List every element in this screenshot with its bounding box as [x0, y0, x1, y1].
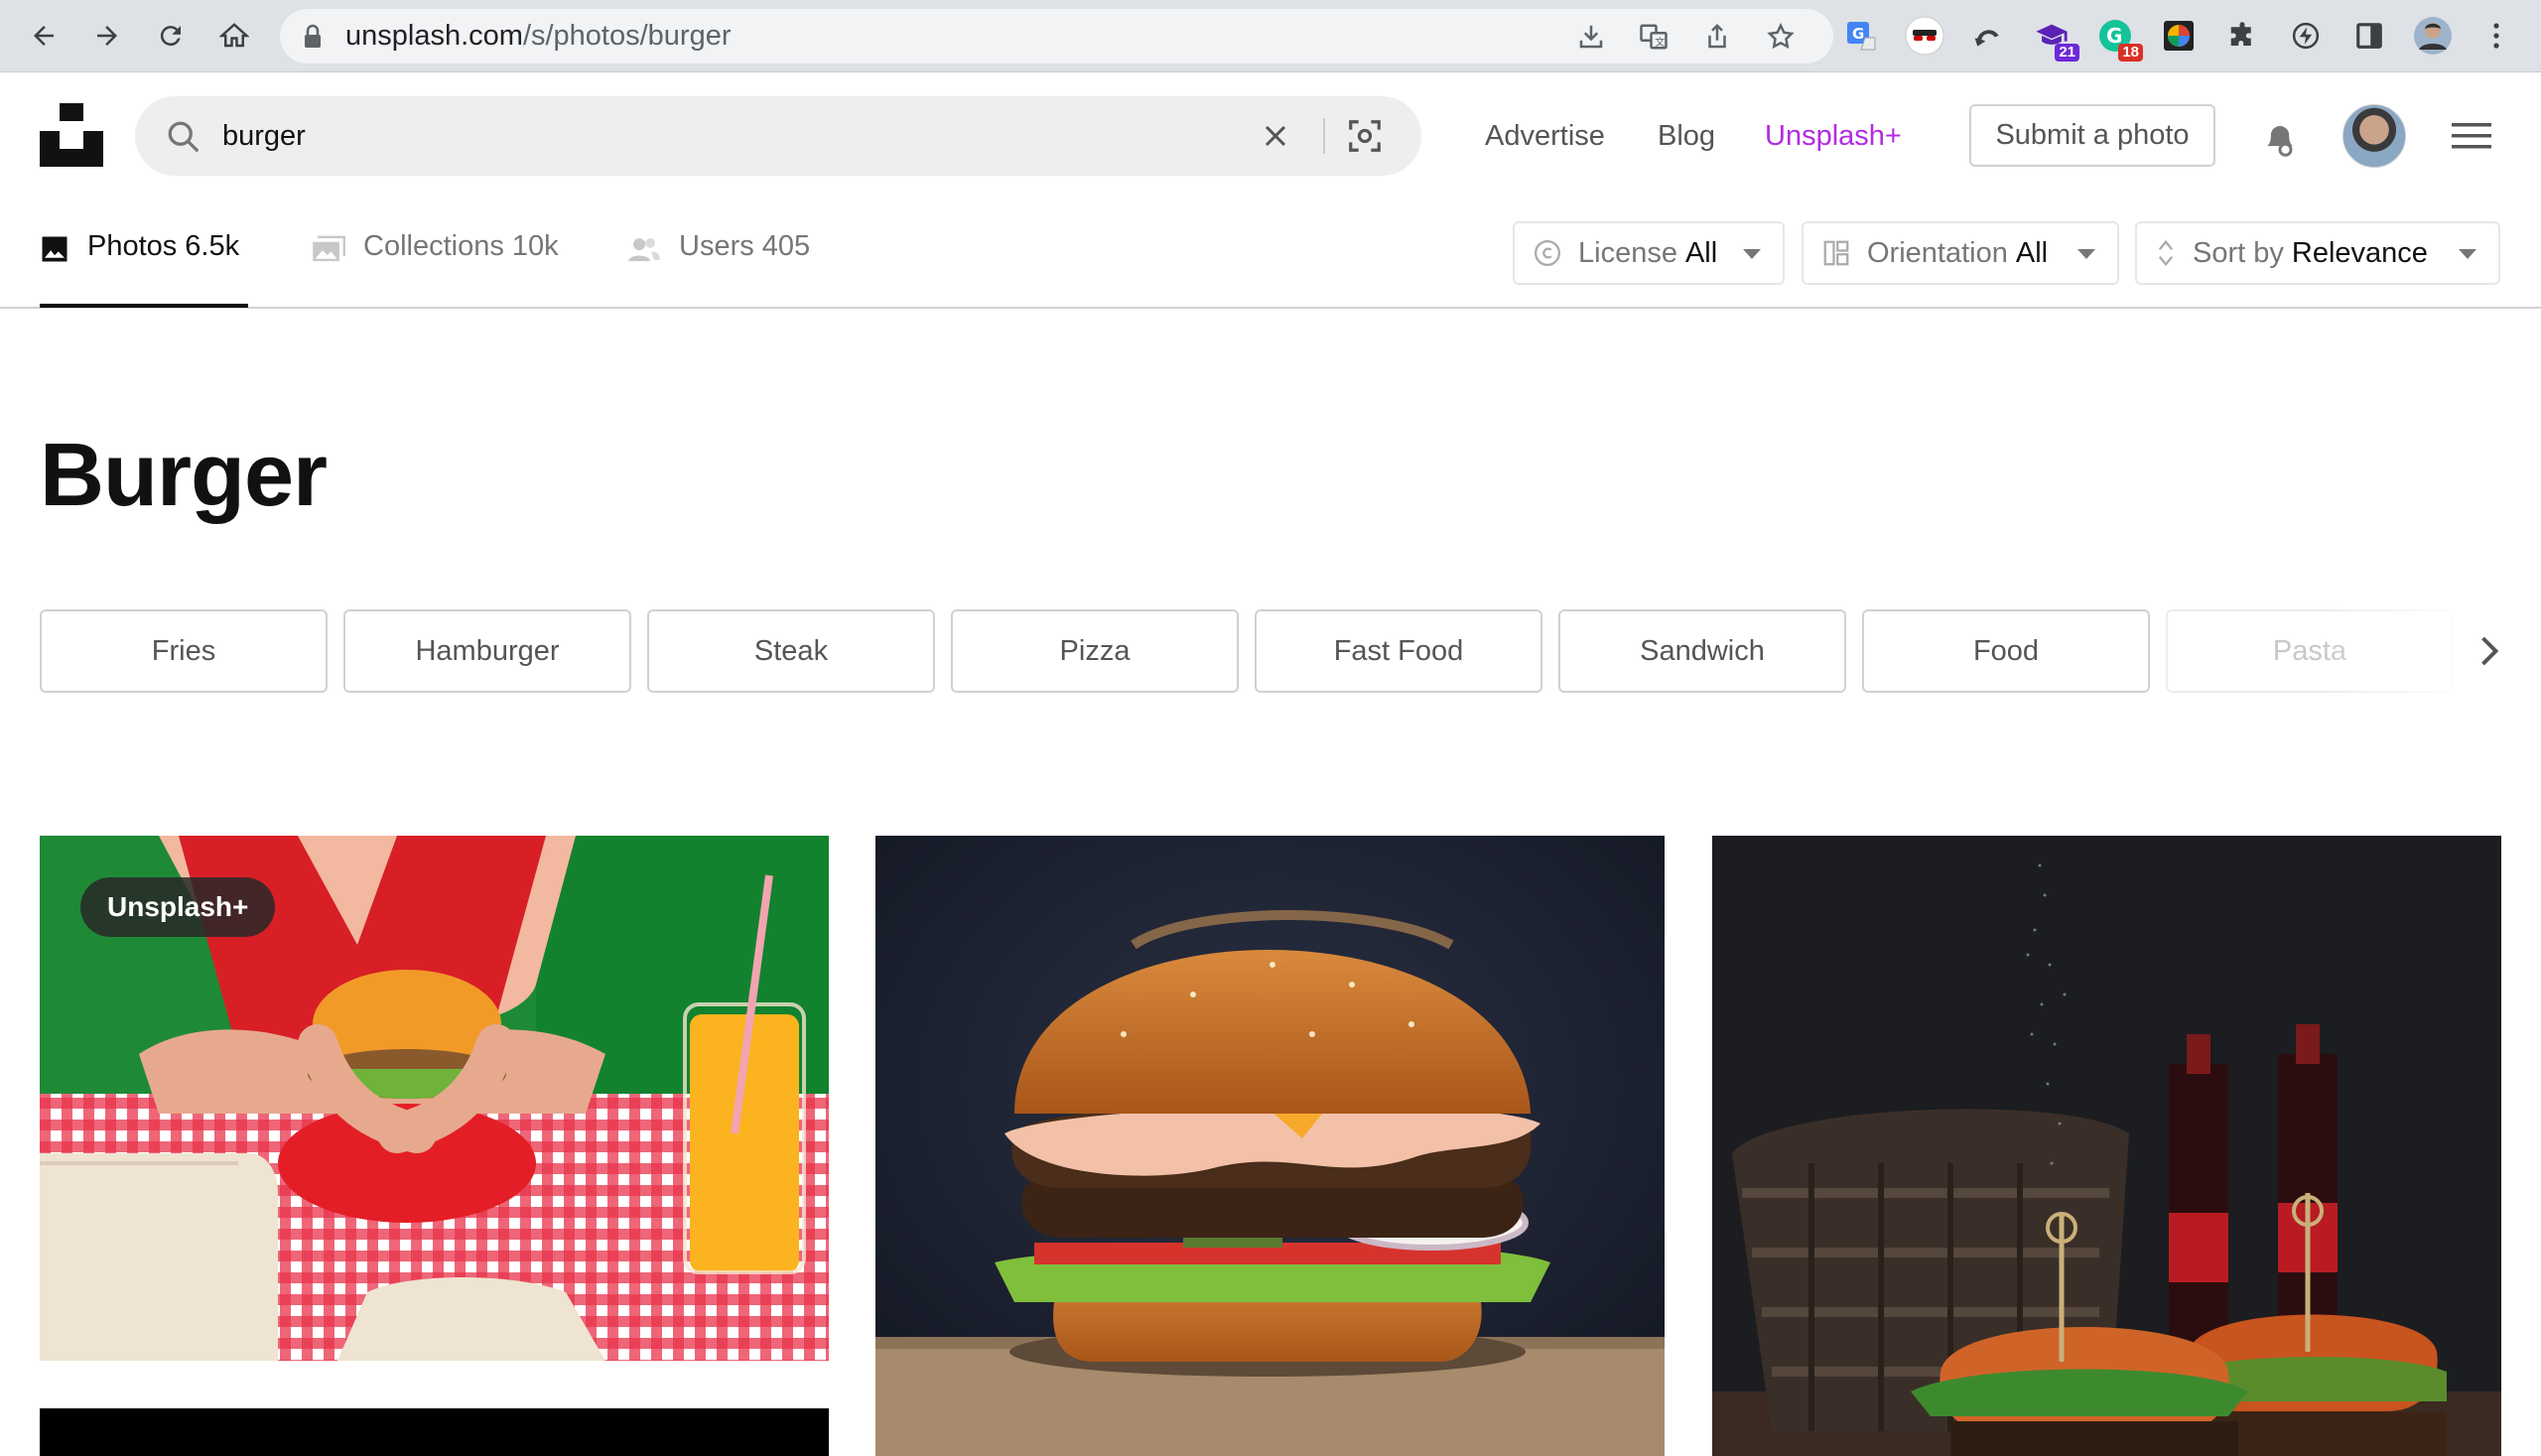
- orientation-filter-dropdown[interactable]: Orientation All: [1802, 221, 2119, 285]
- notification-badge: 21: [2055, 44, 2079, 62]
- copyright-icon: [1533, 238, 1562, 268]
- forward-button[interactable]: [84, 13, 130, 59]
- svg-text:文: 文: [1655, 36, 1665, 49]
- chevron-down-icon: [2077, 249, 2095, 259]
- collections-icon: [312, 234, 345, 272]
- lock-icon[interactable]: [302, 24, 324, 55]
- sort-by-dropdown[interactable]: Sort by Relevance: [2135, 221, 2500, 285]
- blog-link[interactable]: Blog: [1658, 116, 1715, 156]
- tab-collections[interactable]: Collections 10k: [312, 230, 559, 308]
- related-chip-pizza[interactable]: Pizza: [951, 609, 1239, 693]
- related-chip-steak[interactable]: Steak: [647, 609, 935, 693]
- related-chip-fries[interactable]: Fries: [40, 609, 328, 693]
- search-bar: [135, 96, 1421, 176]
- svg-text:G: G: [1852, 25, 1864, 43]
- unsplash-plus-link[interactable]: Unsplash+: [1765, 116, 1902, 156]
- photo-card-double-burger[interactable]: [875, 836, 1665, 1456]
- home-icon: [219, 23, 249, 48]
- color-wheel-extension-icon[interactable]: [2159, 16, 2199, 56]
- puzzle-piece-icon[interactable]: [2222, 16, 2262, 56]
- notification-bell-icon[interactable]: [2258, 115, 2302, 164]
- profile-avatar[interactable]: [2413, 16, 2453, 56]
- photo-card-dark[interactable]: [40, 1408, 829, 1456]
- undo-arrow-extension-icon[interactable]: [1968, 16, 2008, 56]
- back-arrow-icon: [34, 26, 54, 46]
- reload-icon: [160, 26, 181, 47]
- address-bar[interactable]: unsplash.com/s/photos/burger 文: [280, 9, 1833, 64]
- related-chip-fast-food[interactable]: Fast Food: [1255, 609, 1542, 693]
- chevron-right-icon[interactable]: [2476, 631, 2502, 676]
- submit-photo-button[interactable]: Submit a photo: [1969, 104, 2215, 167]
- share-icon[interactable]: [1701, 21, 1733, 53]
- advertise-link[interactable]: Advertise: [1485, 116, 1605, 156]
- side-panel-icon[interactable]: [2349, 16, 2389, 56]
- hamburger-menu-icon[interactable]: [2452, 121, 2491, 156]
- reload-button[interactable]: [148, 13, 194, 59]
- unsplash-logo[interactable]: [40, 103, 103, 167]
- url-text[interactable]: unsplash.com/s/photos/burger: [345, 9, 732, 64]
- forward-arrow-icon: [97, 26, 117, 46]
- search-input[interactable]: [222, 96, 1215, 176]
- chips-fade-overlay: [2323, 596, 2501, 705]
- graduation-cap-extension-icon[interactable]: 21: [2032, 16, 2079, 62]
- translate-extension-icon[interactable]: G: [1841, 16, 1881, 56]
- orientation-icon: [1821, 238, 1851, 268]
- back-button[interactable]: [21, 13, 67, 59]
- related-chip-sandwich[interactable]: Sandwich: [1558, 609, 1846, 693]
- incognito-mask-icon[interactable]: [1905, 16, 1944, 56]
- tab-collections-label: Collections 10k: [363, 230, 559, 262]
- bookmark-star-icon[interactable]: [1765, 21, 1797, 53]
- related-chip-hamburger[interactable]: Hamburger: [343, 609, 631, 693]
- translate-page-icon[interactable]: 文: [1638, 21, 1670, 53]
- chevron-down-icon: [2459, 249, 2476, 259]
- chevron-down-icon: [1743, 249, 1761, 259]
- related-chip-food[interactable]: Food: [1862, 609, 2150, 693]
- license-filter-dropdown[interactable]: License All: [1513, 221, 1785, 285]
- tab-users-label: Users 405: [679, 230, 811, 262]
- photo-card-burgers-cola[interactable]: [1712, 836, 2501, 1456]
- photo-icon: [40, 234, 69, 272]
- clear-search-icon[interactable]: [1258, 118, 1293, 159]
- visual-search-icon[interactable]: [1346, 117, 1384, 160]
- notification-badge: 18: [2118, 44, 2143, 62]
- home-button[interactable]: [211, 13, 257, 59]
- lightning-circle-icon[interactable]: [2286, 16, 2326, 56]
- search-icon[interactable]: [165, 118, 201, 159]
- user-avatar[interactable]: [2342, 104, 2406, 168]
- tab-photos-label: Photos 6.5k: [87, 230, 240, 262]
- browser-toolbar: unsplash.com/s/photos/burger 文 G 21 G 18: [0, 0, 2541, 72]
- page-title: Burger: [40, 426, 328, 525]
- grammarly-extension-icon[interactable]: G 18: [2095, 16, 2143, 62]
- tab-users[interactable]: Users 405: [627, 230, 810, 308]
- unsplash-plus-badge: Unsplash+: [80, 877, 276, 937]
- tab-photos[interactable]: Photos 6.5k: [40, 230, 248, 308]
- users-icon: [627, 234, 661, 272]
- install-app-icon[interactable]: [1575, 21, 1607, 53]
- search-divider: [1323, 118, 1325, 154]
- sort-arrows-icon: [2155, 238, 2177, 268]
- browser-menu-icon[interactable]: [2476, 16, 2516, 56]
